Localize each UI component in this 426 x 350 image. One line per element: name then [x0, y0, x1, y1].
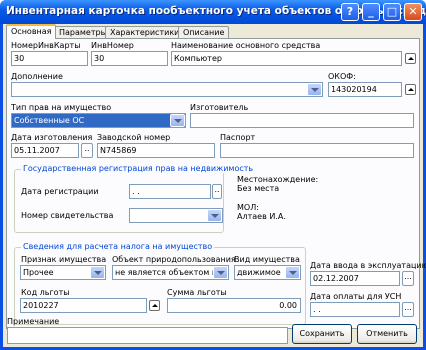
- property-kind-label: Вид имущества: [234, 255, 300, 264]
- property-sign-label: Признак имущества: [21, 255, 107, 264]
- nature-object-label: Объект природопользования: [112, 255, 236, 264]
- made-date-input[interactable]: 05.11.2007: [11, 143, 79, 158]
- rights-type-select[interactable]: Собственные ОС: [11, 113, 186, 128]
- tab-page-main: НомерИнвКарты 30 ИнвНомер 30 Наименовани…: [6, 38, 426, 329]
- reg-date-picker-button[interactable]: ..: [212, 184, 222, 199]
- okof-label: ОКОФ:: [328, 72, 356, 81]
- usn-pay-date-label: Дата оплаты для УСН: [310, 292, 402, 301]
- benefit-sum-input[interactable]: 0.00: [167, 298, 301, 313]
- usn-pay-date-picker-button[interactable]: ...: [402, 302, 414, 317]
- note-label: Примечание: [7, 317, 60, 326]
- tax-group: Сведения для расчета налога на имущество…: [14, 242, 306, 325]
- benefit-code-label: Код льготы: [21, 288, 70, 297]
- window: Инвентарная карточка пообъектного учета …: [0, 0, 426, 350]
- addition-label: Дополнение: [11, 72, 63, 81]
- dialog-body: Основная Параметры Характеристики Описан…: [3, 24, 426, 347]
- chevron-down-icon[interactable]: [285, 266, 300, 279]
- usn-pay-date-input[interactable]: . .: [310, 302, 400, 317]
- chevron-down-icon[interactable]: [213, 266, 228, 279]
- serial-no-input[interactable]: N745869: [97, 143, 215, 158]
- commission-date-picker-button[interactable]: ...: [402, 271, 414, 286]
- location-value: Без места: [237, 184, 280, 193]
- benefit-sum-label: Сумма льготы: [167, 288, 227, 297]
- close-button[interactable]: ✕: [404, 3, 422, 21]
- asset-name-expand-button[interactable]: [405, 53, 416, 64]
- location-label: Местонахождение:: [237, 175, 319, 184]
- chevron-down-icon[interactable]: [307, 83, 322, 96]
- chevron-down-icon[interactable]: [170, 114, 185, 127]
- maximize-button[interactable]: □: [383, 3, 401, 21]
- cancel-button[interactable]: Отменить: [357, 324, 417, 344]
- chevron-down-icon[interactable]: [207, 209, 222, 222]
- manufacturer-input[interactable]: [190, 113, 414, 128]
- benefit-code-expand-button[interactable]: [149, 300, 160, 311]
- made-date-label: Дата изготовления: [11, 133, 93, 142]
- asset-name-input[interactable]: Компьютер: [171, 51, 402, 66]
- inv-no-label: ИнвНомер: [91, 41, 134, 50]
- save-button[interactable]: Сохранить: [292, 324, 352, 344]
- passport-label: Паспорт: [220, 133, 256, 142]
- mol-value: Алтаев И.А.: [237, 212, 286, 221]
- title-bar[interactable]: Инвентарная карточка пообъектного учета …: [0, 0, 426, 24]
- registration-group-title: Государственная регистрация прав на недв…: [21, 164, 256, 173]
- made-date-picker-button[interactable]: ..: [81, 143, 93, 158]
- commission-date-label: Дата ввода в эксплуатацию: [310, 261, 426, 270]
- okof-input[interactable]: 143020194: [328, 82, 402, 97]
- manufacturer-label: Изготовитель: [190, 103, 249, 112]
- reg-date-label: Дата регистрации: [21, 187, 99, 196]
- cert-no-label: Номер свидетельства: [21, 211, 114, 220]
- inv-card-no-input[interactable]: 30: [11, 51, 88, 66]
- addition-select[interactable]: [11, 82, 323, 97]
- commission-date-input[interactable]: 02.12.2007: [310, 271, 400, 286]
- tax-group-title: Сведения для расчета налога на имущество: [21, 242, 215, 251]
- cert-no-select[interactable]: [129, 208, 223, 223]
- property-kind-select[interactable]: движимое: [234, 265, 301, 280]
- help-button[interactable]: ?: [341, 3, 359, 21]
- inv-card-no-label: НомерИнвКарты: [11, 41, 81, 50]
- chevron-down-icon[interactable]: [90, 266, 105, 279]
- passport-input[interactable]: [220, 143, 414, 158]
- benefit-code-input[interactable]: 2010227: [20, 298, 147, 313]
- minimize-button[interactable]: _: [362, 3, 380, 21]
- inv-no-input[interactable]: 30: [91, 51, 168, 66]
- reg-date-input[interactable]: . .: [129, 184, 211, 199]
- registration-group: Государственная регистрация прав на недв…: [14, 164, 256, 233]
- rights-type-label: Тип прав на имущество: [11, 103, 112, 112]
- asset-name-label: Наименование основного средства: [171, 41, 321, 50]
- note-input[interactable]: [7, 327, 288, 344]
- tab-main[interactable]: Основная: [6, 24, 57, 39]
- nature-object-select[interactable]: не является объектом пр: [112, 265, 229, 280]
- mol-label: МОЛ:: [237, 203, 259, 212]
- okof-expand-button[interactable]: [405, 84, 416, 95]
- serial-no-label: Заводской номер: [97, 133, 171, 142]
- property-sign-select[interactable]: Прочее: [20, 265, 106, 280]
